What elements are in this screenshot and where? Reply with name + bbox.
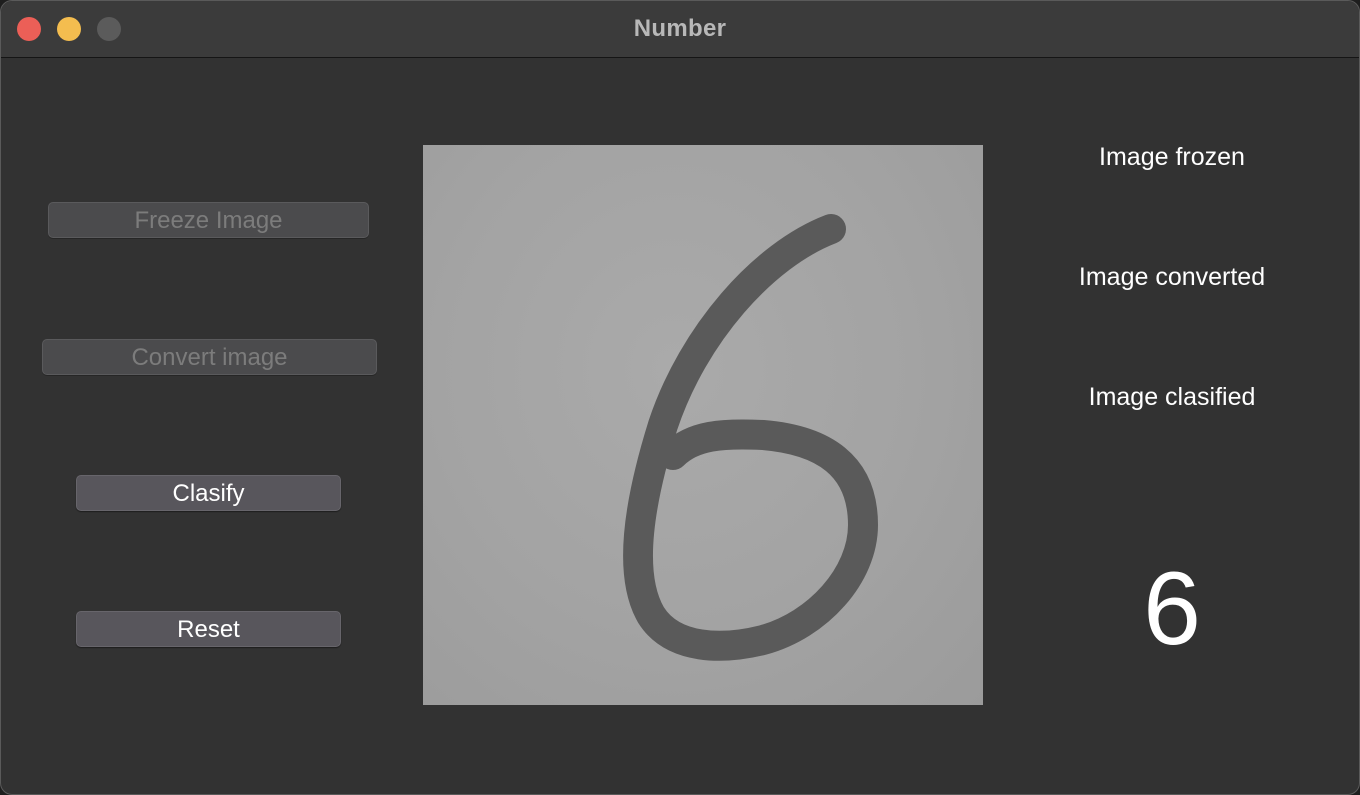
status-image-converted: Image converted	[1078, 263, 1266, 291]
handwritten-digit-image	[623, 214, 878, 661]
app-window: Number Freeze Image Convert image Clasif…	[0, 0, 1360, 795]
title-bar: Number	[1, 1, 1359, 58]
classify-button[interactable]: Clasify	[76, 475, 341, 511]
status-image-frozen: Image frozen	[1099, 143, 1245, 171]
classification-result: 6	[1143, 551, 1201, 667]
convert-image-button[interactable]: Convert image	[42, 339, 377, 375]
status-image-classified: Image clasified	[1088, 383, 1256, 411]
reset-button[interactable]: Reset	[76, 611, 341, 647]
freeze-image-button[interactable]: Freeze Image	[48, 202, 369, 238]
window-title: Number	[633, 15, 727, 42]
captured-image	[423, 145, 983, 705]
